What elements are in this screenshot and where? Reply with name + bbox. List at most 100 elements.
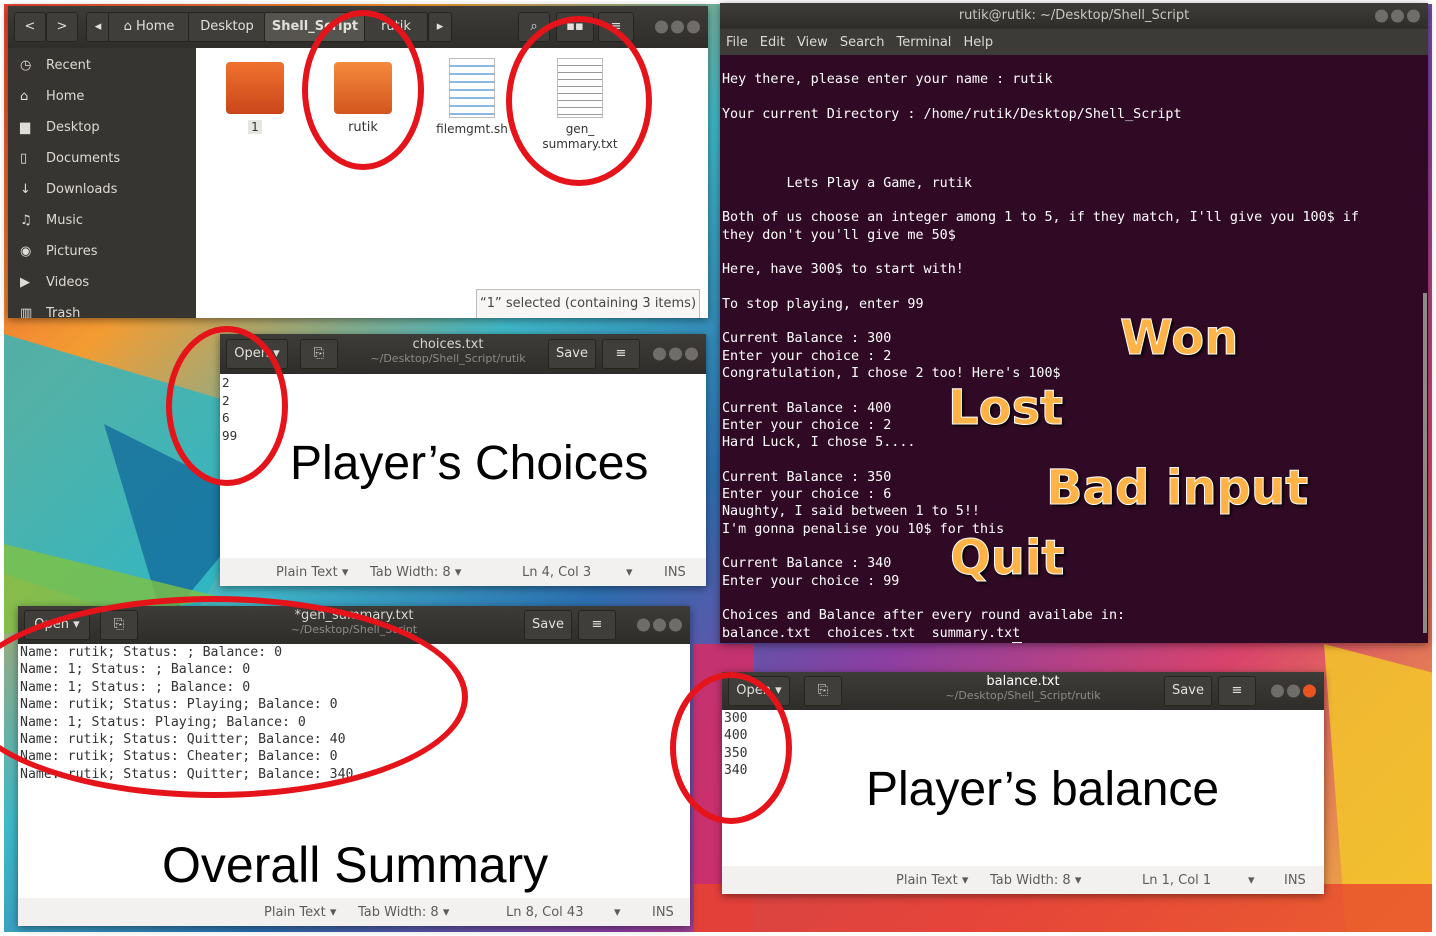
new-document-button[interactable]: ⎘ bbox=[804, 676, 842, 706]
path-home-button[interactable]: ⌂ Home bbox=[108, 12, 190, 42]
quit-annotation: Quit bbox=[949, 530, 1065, 587]
editor-statusbar: Plain Text ▾ Tab Width: 8 ▾ Ln 4, Col 3 … bbox=[220, 558, 706, 586]
close-button[interactable] bbox=[687, 20, 700, 34]
minimize-button[interactable] bbox=[1375, 9, 1388, 23]
editor-title-block: choices.txt ~/Desktop/Shell_Script/rutik bbox=[350, 337, 546, 365]
chevron-down-icon[interactable]: ▾ bbox=[614, 905, 621, 920]
tab-width-selector[interactable]: Tab Width: 8 ▾ bbox=[370, 565, 461, 580]
editor-headerbar: Open ▾ ⎘ choices.txt ~/Desktop/Shell_Scr… bbox=[220, 334, 706, 374]
terminal-menu-view[interactable]: View bbox=[797, 35, 828, 50]
terminal-menu-terminal[interactable]: Terminal bbox=[896, 35, 951, 50]
sidebar-item-documents[interactable]: ▯ Documents bbox=[20, 145, 120, 173]
file-item[interactable]: 1 bbox=[220, 62, 290, 135]
window-controls bbox=[653, 347, 698, 361]
sidebar-item-pictures[interactable]: ◉ Pictures bbox=[20, 238, 97, 266]
terminal-scrollbar[interactable] bbox=[1423, 293, 1427, 633]
terminal-line: Lets Play a Game, rutik bbox=[722, 175, 972, 191]
terminal-line: Choices and Balance after every round av… bbox=[722, 608, 1126, 624]
terminal-output[interactable]: Hey there, please enter your name : ruti… bbox=[722, 71, 1420, 643]
sidebar-item-label: Pictures bbox=[46, 244, 98, 259]
home-icon: ⌂ bbox=[20, 89, 29, 104]
editor-headerbar: Open ▾ ⎘ balance.txt ~/Desktop/Shell_Scr… bbox=[722, 672, 1324, 710]
language-selector[interactable]: Plain Text ▾ bbox=[264, 905, 336, 920]
sidebar-item-desktop[interactable]: ▆ Desktop bbox=[20, 114, 100, 142]
path-desktop-button[interactable]: Desktop bbox=[188, 12, 266, 42]
terminal-line: Hey there, please enter your name : ruti… bbox=[722, 72, 1053, 87]
chevron-down-icon[interactable]: ▾ bbox=[1248, 873, 1255, 888]
minimize-button[interactable] bbox=[637, 618, 650, 632]
close-button[interactable] bbox=[1303, 684, 1316, 698]
close-button[interactable] bbox=[669, 618, 682, 632]
language-selector[interactable]: Plain Text ▾ bbox=[276, 565, 348, 580]
terminal-window: rutik@rutik: ~/Desktop/Shell_Script File… bbox=[720, 3, 1428, 643]
maximize-button[interactable] bbox=[669, 347, 682, 361]
chevron-down-icon[interactable]: ▾ bbox=[626, 565, 633, 580]
terminal-title: rutik@rutik: ~/Desktop/Shell_Script bbox=[958, 8, 1190, 23]
tab-width-selector[interactable]: Tab Width: 8 ▾ bbox=[358, 905, 449, 920]
maximize-button[interactable] bbox=[1391, 9, 1404, 23]
save-button[interactable]: Save bbox=[524, 610, 572, 640]
cursor-position[interactable]: Ln 1, Col 1 bbox=[1142, 873, 1211, 888]
minimize-button[interactable] bbox=[655, 20, 668, 34]
save-button[interactable]: Save bbox=[1164, 676, 1212, 706]
sidebar-item-label: Downloads bbox=[46, 182, 118, 197]
path-scroll-right-button[interactable]: ▸ bbox=[428, 12, 452, 42]
folder-icon bbox=[226, 62, 284, 114]
sidebar-item-music[interactable]: ♫ Music bbox=[20, 207, 83, 235]
cursor-position[interactable]: Ln 8, Col 43 bbox=[506, 905, 583, 920]
insert-mode: INS bbox=[664, 565, 686, 580]
maximize-button[interactable] bbox=[1287, 684, 1300, 698]
terminal-line: To stop playing, enter 99 bbox=[722, 296, 924, 312]
file-label: filemgmt.sh bbox=[436, 122, 508, 136]
terminal-line: Your current Directory : /home/rutik/Des… bbox=[722, 106, 1182, 122]
back-button[interactable]: < bbox=[14, 12, 46, 42]
sidebar-item-label: Recent bbox=[46, 58, 91, 73]
maximize-button[interactable] bbox=[671, 20, 684, 34]
hamburger-menu-button[interactable]: ≡ bbox=[602, 339, 640, 369]
terminal-menu-search[interactable]: Search bbox=[840, 35, 885, 50]
maximize-button[interactable] bbox=[653, 618, 666, 632]
cursor-position[interactable]: Ln 4, Col 3 bbox=[522, 565, 591, 580]
highlight-circle bbox=[166, 326, 288, 486]
minimize-button[interactable] bbox=[1271, 684, 1284, 698]
minimize-button[interactable] bbox=[653, 347, 666, 361]
terminal-line: Enter your choice : 99 bbox=[722, 573, 900, 589]
desktop-folder-icon: ▆ bbox=[20, 120, 30, 135]
terminal-menu-file[interactable]: File bbox=[726, 35, 748, 50]
file-item[interactable]: filemgmt.sh bbox=[432, 58, 512, 136]
text-line: 300 bbox=[724, 711, 748, 726]
terminal-cursor bbox=[1012, 641, 1023, 643]
sidebar-item-home[interactable]: ⌂ Home bbox=[20, 83, 84, 111]
download-icon: ↓ bbox=[20, 182, 31, 197]
forward-button[interactable]: > bbox=[46, 12, 78, 42]
camera-icon: ◉ bbox=[20, 244, 32, 259]
close-button[interactable] bbox=[685, 347, 698, 361]
hamburger-menu-button[interactable]: ≡ bbox=[578, 610, 616, 640]
editor-path: ~/Desktop/Shell_Script/rutik bbox=[945, 689, 1101, 702]
terminal-line: Hard Luck, I chose 5.... bbox=[722, 435, 916, 451]
editor-statusbar: Plain Text ▾ Tab Width: 8 ▾ Ln 1, Col 1 … bbox=[722, 866, 1324, 894]
sidebar-item-trash[interactable]: ▥ Trash bbox=[20, 300, 80, 318]
save-button[interactable]: Save bbox=[548, 339, 596, 369]
tab-width-selector[interactable]: Tab Width: 8 ▾ bbox=[990, 873, 1081, 888]
sidebar-item-videos[interactable]: ▶ Videos bbox=[20, 269, 89, 297]
language-selector[interactable]: Plain Text ▾ bbox=[896, 873, 968, 888]
text-line: 400 bbox=[724, 728, 748, 744]
document-icon: ▯ bbox=[20, 151, 28, 166]
new-document-icon: ⎘ bbox=[817, 683, 829, 698]
terminal-menubar: File Edit View Search Terminal Help bbox=[720, 29, 1428, 55]
sidebar-item-label: Documents bbox=[46, 151, 121, 166]
terminal-menu-edit[interactable]: Edit bbox=[760, 35, 785, 50]
sidebar-item-label: Trash bbox=[46, 306, 81, 318]
close-button[interactable] bbox=[1407, 9, 1420, 23]
terminal-menu-help[interactable]: Help bbox=[963, 35, 993, 50]
sidebar-item-recent[interactable]: ◷ Recent bbox=[20, 52, 91, 80]
hamburger-menu-button[interactable]: ≡ bbox=[1218, 676, 1256, 706]
path-scroll-left-button[interactable]: ◂ bbox=[86, 12, 110, 42]
new-document-button[interactable]: ⎘ bbox=[300, 339, 338, 369]
sidebar-item-downloads[interactable]: ↓ Downloads bbox=[20, 176, 117, 204]
terminal-prompt: rutik@rutik:~/Desktop/Shell_Script$ bbox=[722, 641, 1420, 643]
